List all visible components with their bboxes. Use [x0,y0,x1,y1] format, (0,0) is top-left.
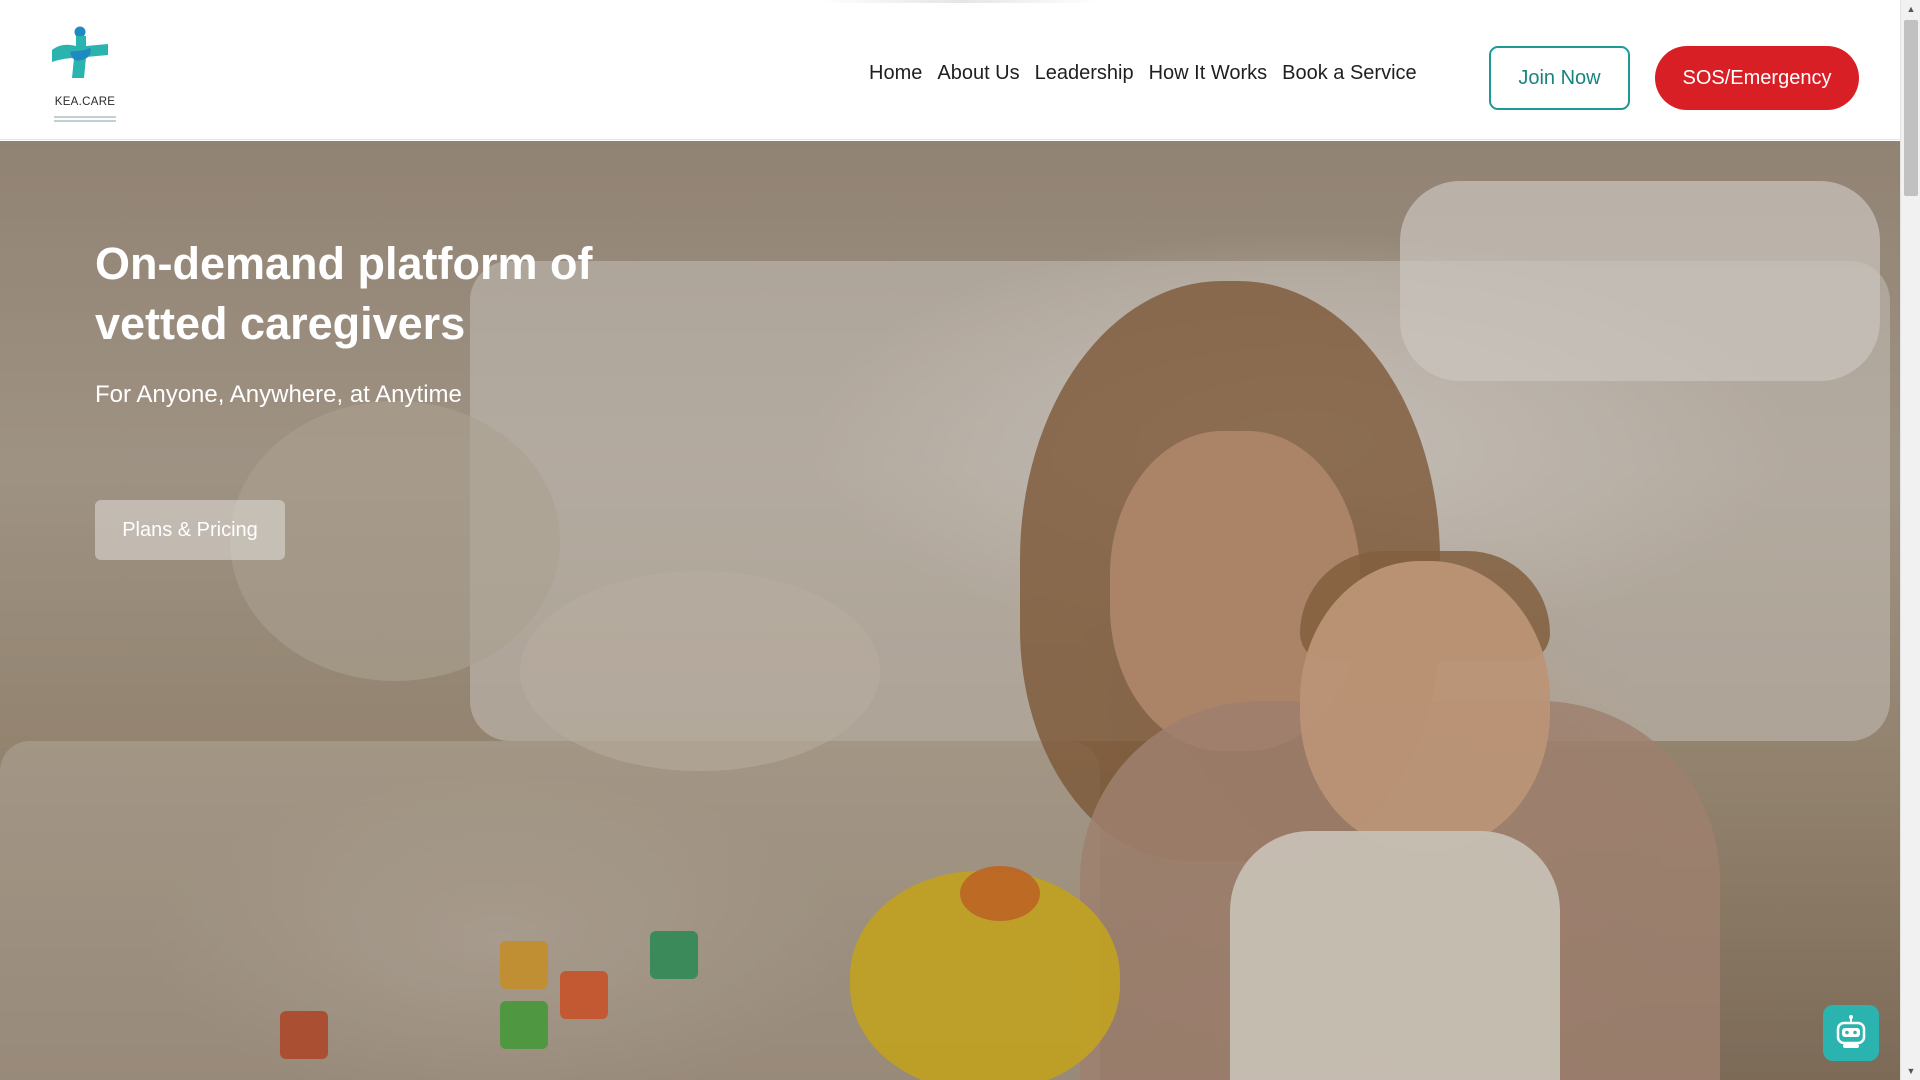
hero-text-block: On-demand platform of vetted caregivers … [95,234,615,409]
sos-emergency-button[interactable]: SOS/Emergency [1655,46,1859,110]
plans-pricing-button[interactable]: Plans & Pricing [95,500,285,560]
scrollbar-thumb[interactable] [1904,20,1918,196]
scroll-up-arrow-icon[interactable]: ▲ [1901,0,1920,18]
brand-logo[interactable]: KEA.CARE [46,22,124,128]
nav-about-us[interactable]: About Us [937,62,1019,85]
top-shadow-line [820,0,1100,3]
plus-figure-logo-icon [52,26,108,78]
hero-section: On-demand platform of vetted caregivers … [0,141,1900,1080]
nav-home[interactable]: Home [869,62,922,85]
hero-subtitle: For Anyone, Anywhere, at Anytime [95,381,462,408]
nav-leadership[interactable]: Leadership [1035,62,1134,85]
hero-title: On-demand platform of vetted caregivers [95,238,593,349]
robot-icon [1836,1015,1866,1048]
main-nav: Home About Us Leadership How It Works Bo… [869,62,1432,85]
scroll-down-arrow-icon[interactable]: ▼ [1901,1062,1920,1080]
join-now-button[interactable]: Join Now [1489,46,1630,110]
logo-tagline-lines [48,115,122,125]
site-header: KEA.CARE Home About Us Leadership How It… [0,0,1900,140]
page-scrollbar[interactable]: ▲ ▼ [1900,0,1920,1080]
logo-wordmark: KEA.CARE [54,96,116,108]
chatbot-button[interactable] [1823,1005,1879,1061]
nav-book-a-service[interactable]: Book a Service [1282,62,1417,85]
nav-how-it-works[interactable]: How It Works [1149,62,1268,85]
